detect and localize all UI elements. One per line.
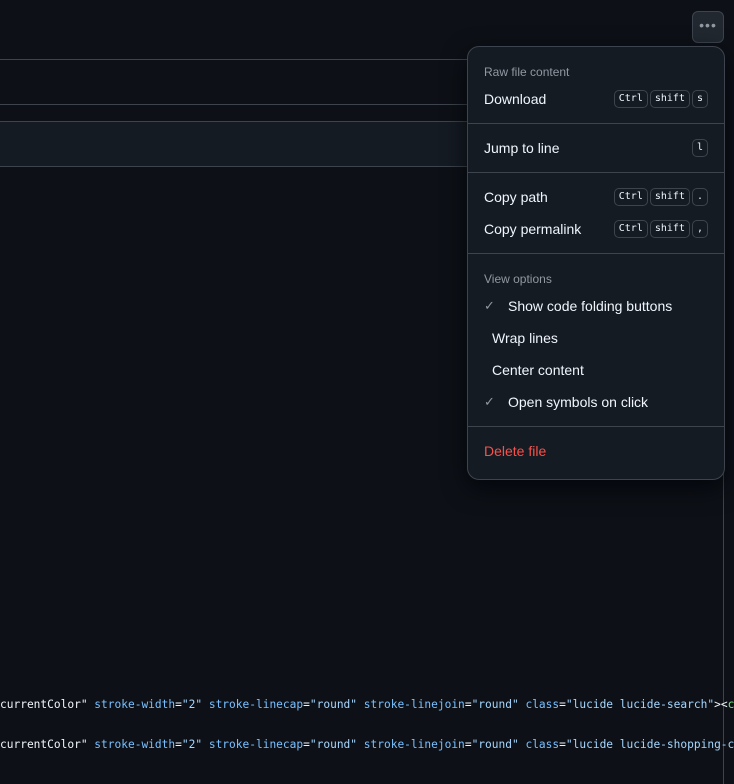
key: shift xyxy=(649,90,690,108)
divider xyxy=(468,123,724,124)
label: Copy path xyxy=(484,189,548,205)
code-line: currentColor" stroke-width="2" stroke-li… xyxy=(0,738,734,751)
key: Ctrl xyxy=(613,220,648,238)
key: s xyxy=(691,90,708,108)
divider xyxy=(0,104,467,105)
code-line: currentColor" stroke-width="2" stroke-li… xyxy=(0,698,734,711)
label: Copy permalink xyxy=(484,221,582,237)
menu-item-copy-path[interactable]: Copy path Ctrl shift. xyxy=(468,181,724,213)
check-icon: ✓ xyxy=(484,394,495,409)
key: Ctrl xyxy=(613,90,648,108)
scrollbar-track xyxy=(723,470,724,784)
label: Jump to line xyxy=(484,140,560,156)
menu-item-download[interactable]: Download Ctrl shift s xyxy=(468,83,724,115)
label: Download xyxy=(484,91,547,107)
group-label: Raw file content xyxy=(484,65,570,79)
key: shift xyxy=(649,220,690,238)
kebab-horizontal-icon: ••• xyxy=(699,17,717,33)
key: . xyxy=(691,188,708,206)
menu-item-center-content[interactable]: Center content xyxy=(468,354,724,386)
key: l xyxy=(691,139,708,157)
key: shift xyxy=(649,188,690,206)
menu-item-wrap-lines[interactable]: Wrap lines xyxy=(468,322,724,354)
menu-item-open-symbols[interactable]: ✓ Open symbols on click xyxy=(468,386,724,418)
check-icon: ✓ xyxy=(484,298,495,313)
label: Center content xyxy=(492,362,584,378)
key: Ctrl xyxy=(613,188,648,206)
group-label: View options xyxy=(484,272,552,286)
more-options-button[interactable]: ••• xyxy=(692,11,724,43)
label: Open symbols on click xyxy=(508,394,649,410)
menu-item-copy-permalink[interactable]: Copy permalink Ctrl shift, xyxy=(468,213,724,245)
divider xyxy=(0,59,467,60)
menu-item-code-folding[interactable]: ✓ Show code folding buttons xyxy=(468,290,724,322)
key: , xyxy=(691,220,708,238)
file-header-bar xyxy=(0,121,480,167)
divider xyxy=(468,172,724,173)
label: Show code folding buttons xyxy=(508,298,673,314)
label: Wrap lines xyxy=(492,330,558,346)
divider xyxy=(468,426,724,427)
file-options-menu: Raw file content Download Ctrl shift s Jum… xyxy=(467,46,725,480)
menu-item-jump-to-line[interactable]: Jump to line l xyxy=(468,132,724,164)
label: Delete file xyxy=(484,443,547,459)
divider xyxy=(468,253,724,254)
menu-item-delete-file[interactable]: Delete file xyxy=(468,435,724,467)
